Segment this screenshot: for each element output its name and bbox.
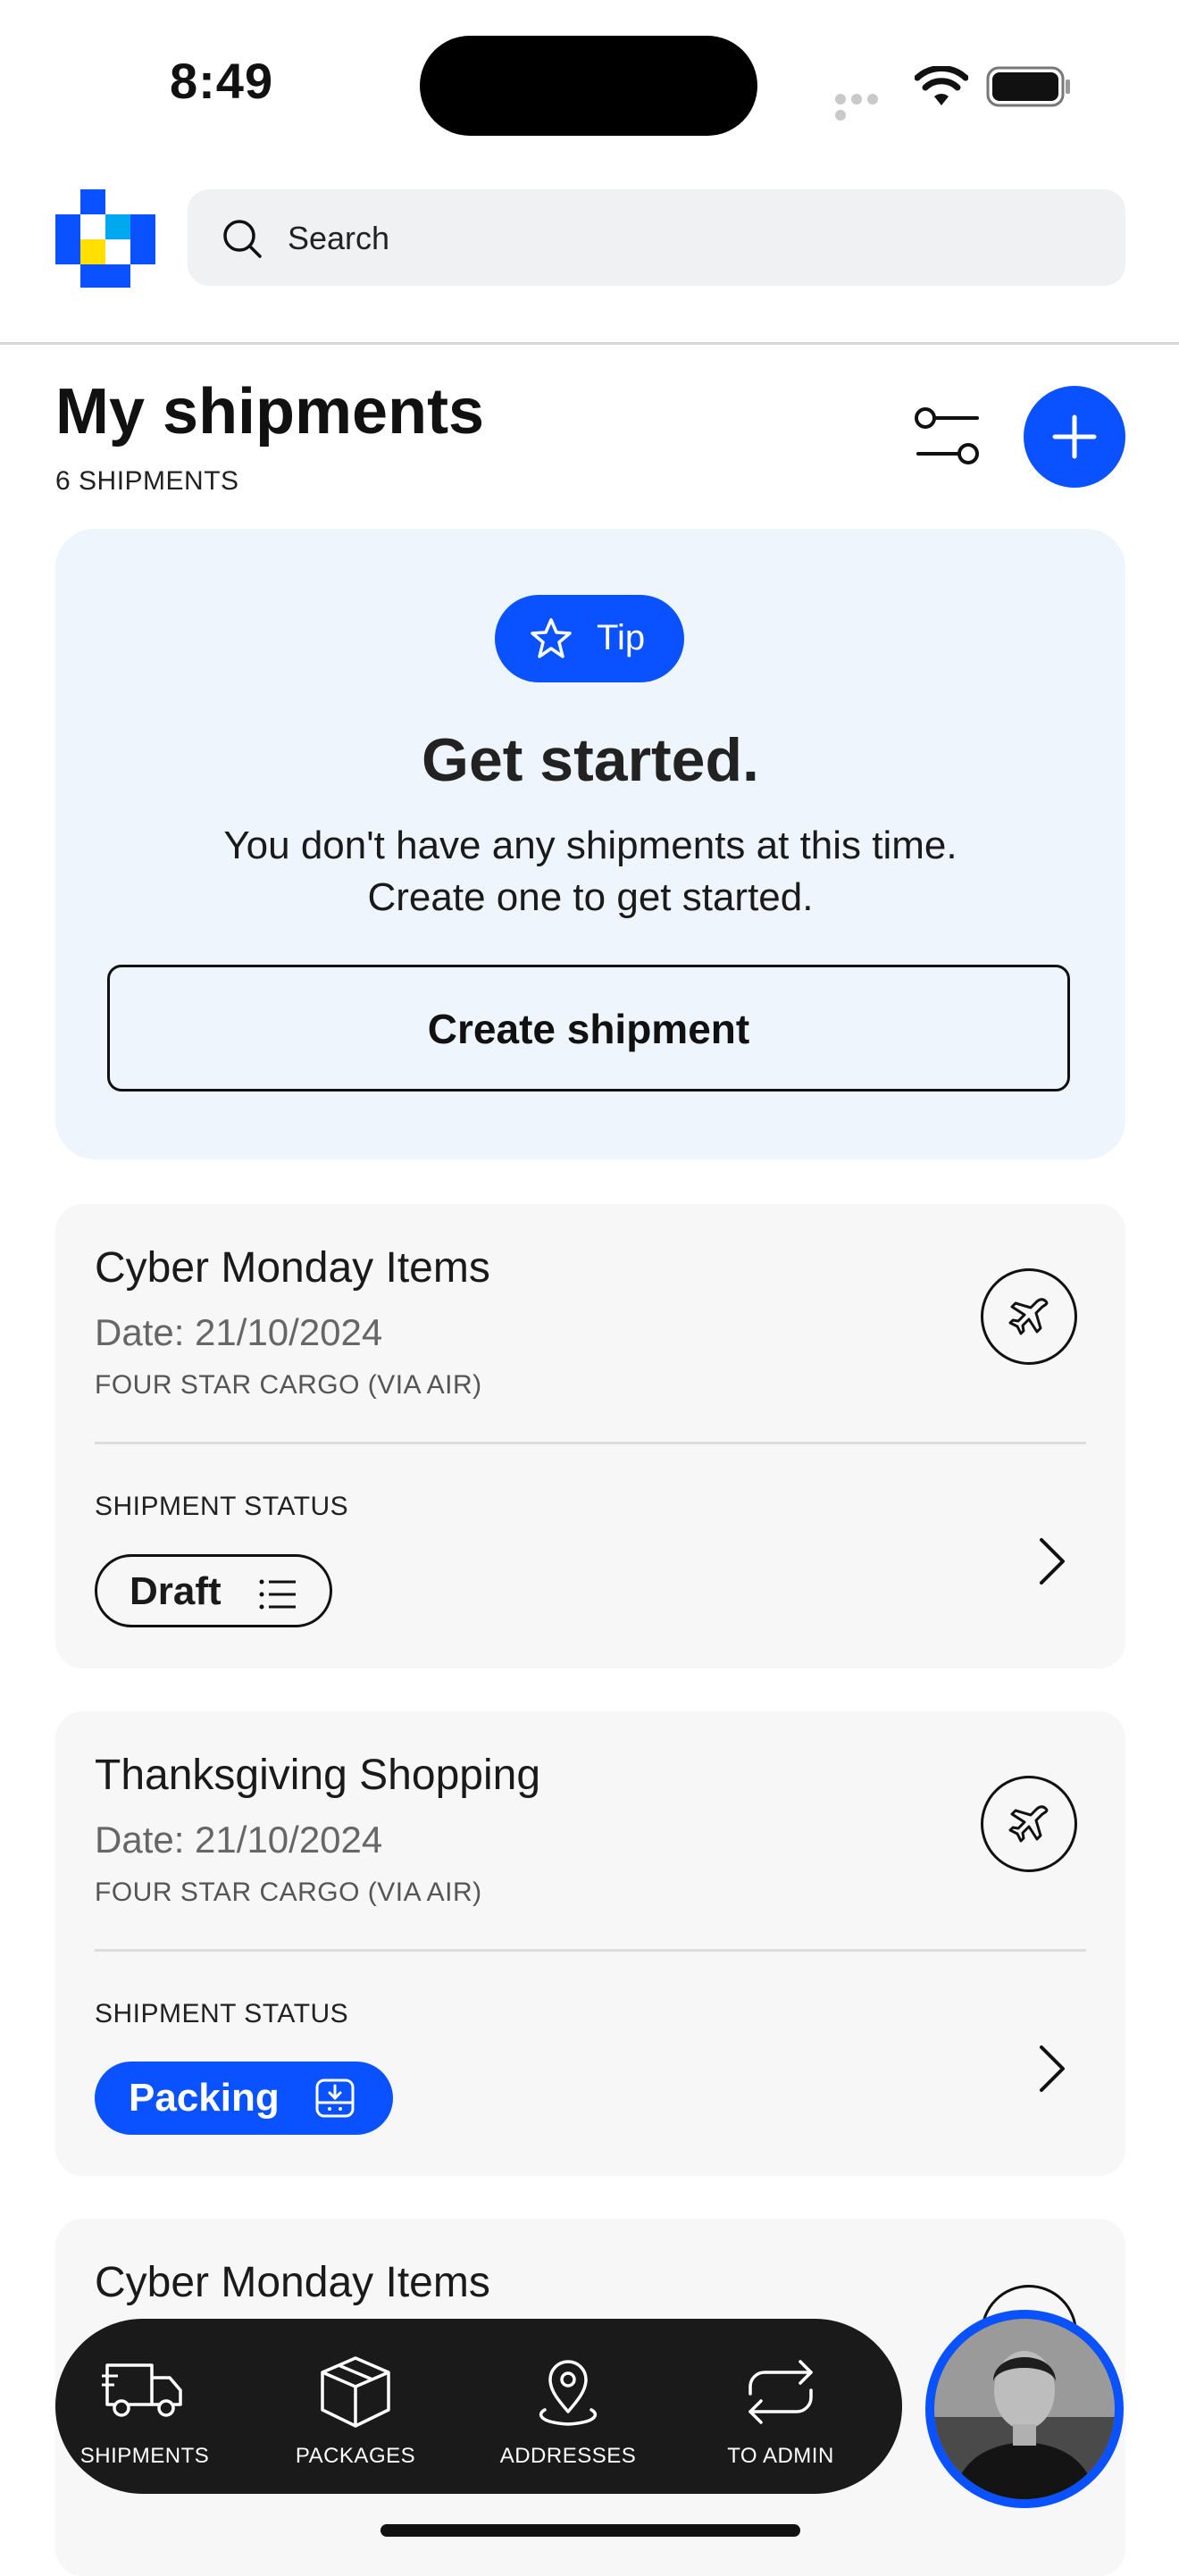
air-transport-badge (981, 1776, 1077, 1872)
shipment-date: Date: 21/10/2024 (95, 1819, 383, 1861)
airplane-icon (1008, 1298, 1049, 1335)
dynamic-island (420, 36, 757, 136)
status-time: 8:49 (170, 53, 274, 109)
shipment-card[interactable]: Cyber Monday Items Date: 21/10/2024 FOUR… (55, 1204, 1125, 1669)
nav-shipments[interactable]: SHIPMENTS (55, 2319, 234, 2494)
swap-icon (748, 2360, 813, 2424)
tip-badge: Tip (495, 595, 684, 682)
airplane-icon (1008, 1805, 1049, 1843)
nav-label: TO ADMIN (727, 2444, 834, 2468)
home-indicator (380, 2524, 800, 2537)
card-divider (95, 1949, 1086, 1952)
add-shipment-button[interactable] (1024, 386, 1125, 488)
tip-heading: Get started. (422, 726, 759, 794)
app-logo (55, 189, 155, 288)
battery-icon (986, 66, 1070, 107)
shipment-card[interactable]: Thanksgiving Shopping Date: 21/10/2024 F… (55, 1711, 1125, 2176)
list-icon (259, 1579, 296, 1610)
box-icon (321, 2356, 390, 2428)
page-title: My shipments (55, 376, 485, 447)
bottom-nav: SHIPMENTS PACKAGES ADDRESSES TO ADMIN (55, 2319, 902, 2494)
shipment-name: Cyber Monday Items (95, 1244, 490, 1292)
wifi-icon (915, 66, 968, 105)
shipment-carrier: FOUR STAR CARGO (VIA AIR) (95, 1370, 482, 1400)
header-divider (0, 342, 1179, 345)
air-transport-badge (981, 1268, 1077, 1365)
search-input[interactable]: Search (288, 220, 389, 257)
shipment-status-label: SHIPMENT STATUS (95, 1999, 349, 2028)
create-shipment-button[interactable]: Create shipment (107, 965, 1070, 1091)
cellular-signal-icon (835, 93, 898, 121)
shipment-date: Date: 21/10/2024 (95, 1311, 383, 1353)
status-badge-packing: Packing (95, 2062, 393, 2135)
tip-body-line-1: You don't have any shipments at this tim… (223, 824, 957, 867)
nav-label: ADDRESSES (499, 2444, 637, 2468)
filter-icon[interactable] (913, 404, 984, 468)
status-text: Packing (129, 2076, 280, 2120)
avatar[interactable] (925, 2310, 1124, 2508)
tip-badge-label: Tip (597, 618, 646, 657)
shipment-status-label: SHIPMENT STATUS (95, 1492, 349, 1521)
profile-photo (934, 2319, 1115, 2499)
nav-packages[interactable]: PACKAGES (266, 2319, 445, 2494)
chevron-right-icon[interactable] (1034, 1535, 1070, 1588)
shipment-count: 6 SHIPMENTS (55, 466, 239, 496)
card-divider (95, 1442, 1086, 1444)
shipment-name: Thanksgiving Shopping (95, 1752, 541, 1799)
truck-icon (102, 2363, 182, 2417)
star-icon (531, 618, 572, 658)
status-badge-draft: Draft (95, 1554, 332, 1627)
nav-addresses[interactable]: ADDRESSES (479, 2319, 657, 2494)
pin-icon (539, 2360, 597, 2426)
nav-label: SHIPMENTS (79, 2444, 210, 2468)
package-in-icon (315, 2078, 355, 2118)
status-text: Draft (130, 1569, 222, 1613)
shipment-carrier: FOUR STAR CARGO (VIA AIR) (95, 1878, 482, 1907)
shipment-name: Cyber Monday Items (95, 2259, 490, 2306)
nav-to-admin[interactable]: TO ADMIN (691, 2319, 870, 2494)
plus-icon (1052, 414, 1097, 459)
tip-body: You don't have any shipments at this tim… (55, 820, 1125, 924)
nav-label: PACKAGES (295, 2444, 416, 2468)
chevron-right-icon[interactable] (1034, 2042, 1070, 2095)
search-icon (223, 220, 262, 258)
tip-body-line-2: Create one to get started. (367, 875, 814, 919)
